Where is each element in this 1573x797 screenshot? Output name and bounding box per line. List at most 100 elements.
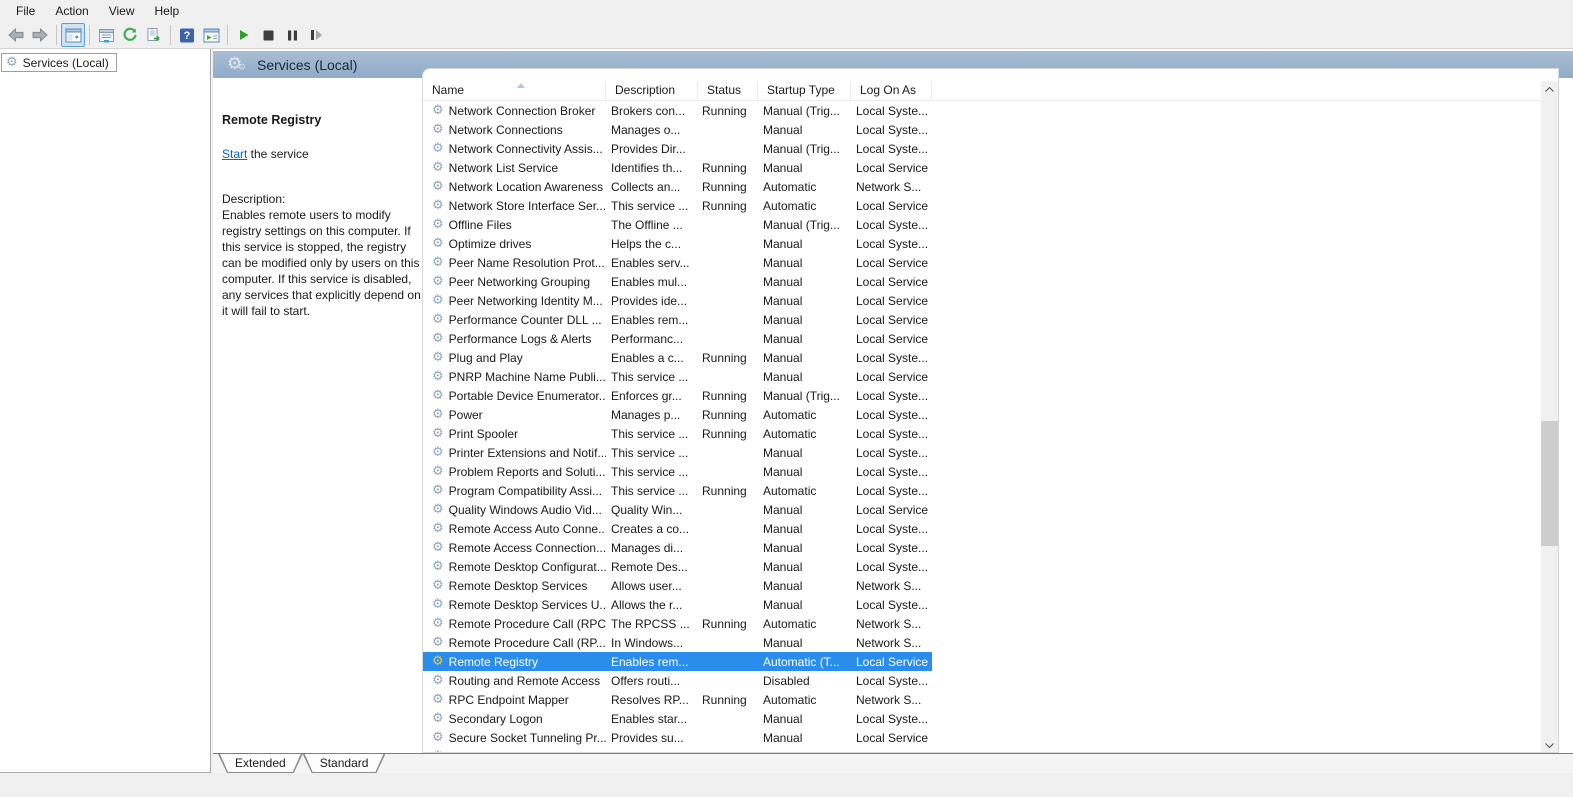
service-row[interactable]: ⚙Peer Networking Identity M... Provides … [423, 291, 1543, 310]
service-row[interactable]: ⚙Remote Desktop Services U... Allows the… [423, 595, 1543, 614]
back-button[interactable] [4, 23, 28, 47]
cell-log-on-as: Local Syste... [851, 237, 932, 251]
stop-service-button[interactable] [256, 23, 280, 47]
help-button[interactable]: ? [175, 23, 199, 47]
extended-view-button[interactable] [199, 23, 223, 47]
service-row[interactable]: ⚙Quality Windows Audio Vid... Quality Wi… [423, 500, 1543, 519]
service-row[interactable]: ⚙Remote Access Connection... Manages di.… [423, 538, 1543, 557]
cell-status: Running [698, 199, 758, 213]
description-text: Enables remote users to modify registry … [222, 207, 422, 319]
vertical-scrollbar[interactable] [1541, 81, 1558, 753]
service-row[interactable]: ⚙Plug and Play Enables a c... Running Ma… [423, 348, 1543, 367]
service-row[interactable]: ⚙RPC Endpoint Mapper Resolves RP... Runn… [423, 690, 1543, 709]
column-header-status[interactable]: Status [698, 81, 758, 101]
menu-action[interactable]: Action [45, 0, 98, 22]
service-row[interactable]: ⚙Network Connectivity Assis... Provides … [423, 139, 1543, 158]
service-row[interactable]: ⚙Peer Name Resolution Prot... Enables se… [423, 253, 1543, 272]
cell-status: Running [698, 351, 758, 365]
service-gear-icon: ⚙ [432, 579, 444, 592]
service-row[interactable]: ⚙Peer Networking Grouping Enables mul...… [423, 272, 1543, 291]
service-row[interactable]: ⚙Optimize drives Helps the c... Manual L… [423, 234, 1543, 253]
cell-status: Running [698, 389, 758, 403]
cell-log-on-as: Local Service [851, 731, 932, 745]
show-console-tree-button[interactable] [61, 23, 85, 47]
pause-service-button[interactable] [280, 23, 304, 47]
service-gear-icon: ⚙ [432, 351, 444, 364]
service-row[interactable]: ⚙Network List Service Identifies th... R… [423, 158, 1543, 177]
service-row[interactable]: ⚙Remote Procedure Call (RP... In Windows… [423, 633, 1543, 652]
service-row[interactable]: ⚙Program Compatibility Assi... This serv… [423, 481, 1543, 500]
service-row[interactable]: ⚙Routing and Remote Access Offers routi.… [423, 671, 1543, 690]
cell-startup-type: Manual [758, 237, 851, 251]
service-row[interactable]: ⚙Power Manages p... Running Automatic Lo… [423, 405, 1543, 424]
extended-view-icon [203, 28, 220, 43]
service-row[interactable]: ⚙Remote Desktop Configurat... Remote Des… [423, 557, 1543, 576]
service-row[interactable]: ⚙Network Store Interface Ser... This ser… [423, 196, 1543, 215]
cell-startup-type: Manual (Trig... [758, 218, 851, 232]
column-header-startup-type[interactable]: Startup Type [758, 81, 851, 101]
service-row[interactable]: ⚙Performance Logs & Alerts Performanc...… [423, 329, 1543, 348]
service-row[interactable]: ⚙Remote Procedure Call (RPC) The RPCSS .… [423, 614, 1543, 633]
forward-arrow-icon [31, 27, 49, 43]
cell-startup-type: Manual [758, 465, 851, 479]
start-service-button[interactable] [232, 23, 256, 47]
service-row[interactable]: ⚙Secondary Logon Enables star... Manual … [423, 709, 1543, 728]
service-row[interactable]: ⚙Offline Files The Offline ... Manual (T… [423, 215, 1543, 234]
service-row[interactable]: ⚙PNRP Machine Name Publi... This service… [423, 367, 1543, 386]
cell-startup-type: Manual [758, 446, 851, 460]
scrollbar-thumb[interactable] [1541, 421, 1558, 546]
service-row[interactable]: ⚙Performance Counter DLL ... Enables rem… [423, 310, 1543, 329]
service-row[interactable]: ⚙Network Connections Manages o... Manual… [423, 120, 1543, 139]
forward-button[interactable] [28, 23, 52, 47]
chevron-down-icon [1545, 743, 1554, 748]
service-row[interactable]: ⚙Printer Extensions and Notif... This se… [423, 443, 1543, 462]
service-row[interactable]: ⚙Remote Desktop Services Allows user... … [423, 576, 1543, 595]
cell-log-on-as: Local Service [851, 161, 932, 175]
tree-item-services-local[interactable]: ⚙ Services (Local) [1, 53, 117, 72]
service-row[interactable]: ⚙Remote Registry Enables rem... Automati… [423, 652, 1543, 671]
cell-status: Running [698, 104, 758, 118]
cell-description: Enables serv... [606, 256, 698, 270]
menu-view[interactable]: View [99, 0, 145, 22]
cell-log-on-as: Local Syste... [851, 446, 932, 460]
cell-startup-type: Manual [758, 503, 851, 517]
start-service-link[interactable]: Start [222, 147, 247, 161]
service-row[interactable]: ⚙Network Location Awareness Collects an.… [423, 177, 1543, 196]
restart-service-button[interactable] [304, 23, 328, 47]
service-row[interactable]: ⚙Remote Access Auto Conne... Creates a c… [423, 519, 1543, 538]
tab-standard[interactable]: Standard [303, 754, 386, 773]
scroll-up-button[interactable] [1541, 81, 1558, 98]
cell-log-on-as: Local Service [851, 332, 932, 346]
service-gear-icon: ⚙ [432, 522, 444, 535]
service-gear-icon: ⚙ [432, 617, 444, 630]
cell-log-on-as: Local Service [851, 199, 932, 213]
service-row[interactable]: ⚙Portable Device Enumerator... Enforces … [423, 386, 1543, 405]
cell-startup-type: Manual [758, 731, 851, 745]
service-gear-icon: ⚙ [432, 655, 444, 668]
services-table-body: ⚙Network Connection Broker Brokers con..… [423, 101, 1543, 753]
cell-status: Running [698, 161, 758, 175]
service-row[interactable]: ⚙Network Connection Broker Brokers con..… [423, 101, 1543, 120]
tab-extended[interactable]: Extended [218, 754, 303, 773]
cell-log-on-as: Local Syste... [851, 389, 932, 403]
column-header-description[interactable]: Description [606, 81, 698, 101]
cell-startup-type: Automatic [758, 617, 851, 631]
services-list-panel: Name Description Status Startup Type Log… [422, 68, 1559, 753]
refresh-button[interactable] [118, 23, 142, 47]
description-label: Description: [222, 192, 285, 206]
column-header-log-on-as[interactable]: Log On As [851, 81, 932, 101]
column-header-name[interactable]: Name [423, 81, 606, 101]
scroll-down-button[interactable] [1541, 737, 1558, 753]
service-row[interactable]: ⚙Problem Reports and Soluti... This serv… [423, 462, 1543, 481]
start-icon [238, 29, 250, 41]
services-pane: ⚙⚙ Services (Local) Remote Registry Star… [213, 49, 1573, 753]
service-gear-icon: ⚙ [432, 712, 444, 725]
menu-help[interactable]: Help [145, 0, 190, 22]
properties-button[interactable] [94, 23, 118, 47]
service-row[interactable]: ⚙ [423, 747, 1543, 753]
export-list-button[interactable] [142, 23, 166, 47]
service-row[interactable]: ⚙Print Spooler This service ... Running … [423, 424, 1543, 443]
menu-file[interactable]: File [6, 0, 45, 22]
service-row[interactable]: ⚙Secure Socket Tunneling Pr... Provides … [423, 728, 1543, 747]
toolbar-separator [56, 25, 57, 45]
